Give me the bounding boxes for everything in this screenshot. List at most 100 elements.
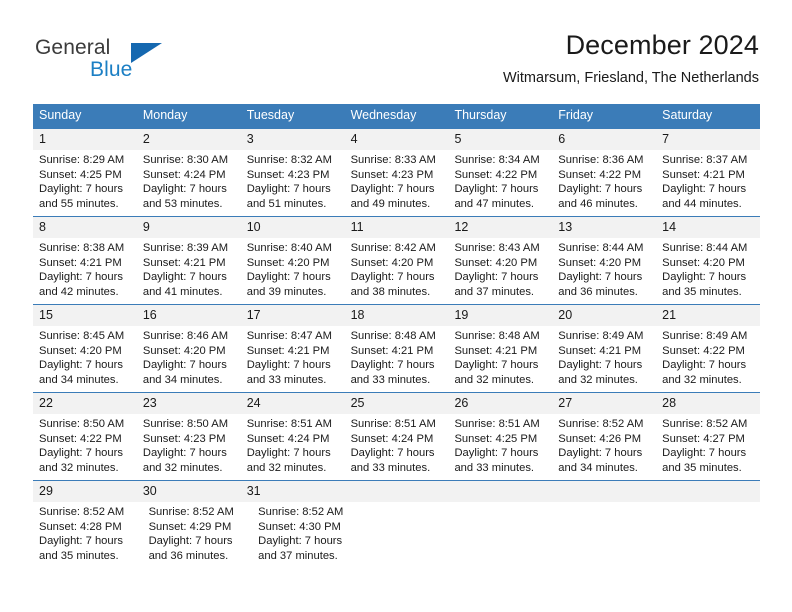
daylight-text-2: and 34 minutes. [142, 374, 223, 387]
daylight-text-2: and 38 minutes. [350, 286, 431, 299]
day-number[interactable]: 14 [656, 217, 760, 238]
daylight-text-2: and 37 minutes. [454, 286, 535, 299]
day-cell[interactable]: Sunrise: 8:49 AM Sunset: 4:21 PM Dayligh… [552, 326, 656, 392]
day-cell[interactable]: Sunrise: 8:33 AM Sunset: 4:23 PM Dayligh… [345, 150, 449, 216]
calendar-page: General Blue December 2024 Witmarsum, Fr… [0, 0, 792, 612]
daylight-text-1: Daylight: 7 hours [39, 271, 123, 284]
day-number[interactable]: 18 [345, 305, 449, 326]
day-cell[interactable]: Sunrise: 8:51 AM Sunset: 4:25 PM Dayligh… [448, 414, 552, 480]
day-number[interactable]: 2 [137, 129, 241, 150]
week-daynumber-strip: 1 2 3 4 5 6 7 [33, 129, 760, 150]
day-number[interactable]: 4 [345, 129, 449, 150]
calendar-week-row: 29 30 31 Sunrise: 8:52 AM Sunset: 4:28 P… [33, 480, 760, 568]
day-cell[interactable]: Sunrise: 8:38 AM Sunset: 4:21 PM Dayligh… [33, 238, 137, 304]
day-cell[interactable]: Sunrise: 8:44 AM Sunset: 4:20 PM Dayligh… [656, 238, 760, 304]
sunset-text: Sunset: 4:30 PM [258, 520, 341, 533]
sunset-text: Sunset: 4:20 PM [142, 344, 226, 357]
day-cell[interactable]: Sunrise: 8:52 AM Sunset: 4:28 PM Dayligh… [33, 502, 143, 568]
day-cell[interactable]: Sunrise: 8:47 AM Sunset: 4:21 PM Dayligh… [241, 326, 345, 392]
day-cell[interactable]: Sunrise: 8:44 AM Sunset: 4:20 PM Dayligh… [552, 238, 656, 304]
day-number[interactable]: 5 [448, 129, 552, 150]
day-number[interactable]: 13 [552, 217, 656, 238]
sunrise-text: Sunrise: 8:32 AM [246, 154, 332, 166]
day-number[interactable]: 30 [137, 481, 241, 502]
sunset-text: Sunset: 4:20 PM [558, 256, 642, 269]
day-number[interactable]: 21 [656, 305, 760, 326]
day-number[interactable]: 24 [241, 393, 345, 414]
sunrise-text: Sunrise: 8:47 AM [246, 330, 332, 342]
empty-day-cell [561, 502, 661, 568]
day-cell[interactable]: Sunrise: 8:52 AM Sunset: 4:29 PM Dayligh… [143, 502, 253, 568]
day-cell[interactable]: Sunrise: 8:50 AM Sunset: 4:23 PM Dayligh… [137, 414, 241, 480]
day-cell[interactable]: Sunrise: 8:51 AM Sunset: 4:24 PM Dayligh… [345, 414, 449, 480]
day-cell[interactable]: Sunrise: 8:52 AM Sunset: 4:27 PM Dayligh… [656, 414, 760, 480]
daylight-text-1: Daylight: 7 hours [246, 359, 331, 372]
day-number[interactable]: 17 [241, 305, 345, 326]
daylight-text-1: Daylight: 7 hours [454, 447, 539, 460]
day-number[interactable]: 1 [33, 129, 137, 150]
day-number[interactable]: 16 [137, 305, 241, 326]
sunrise-text: Sunrise: 8:40 AM [246, 242, 332, 254]
day-cell[interactable]: Sunrise: 8:43 AM Sunset: 4:20 PM Dayligh… [448, 238, 552, 304]
daylight-text-1: Daylight: 7 hours [142, 359, 227, 372]
day-number[interactable]: 9 [137, 217, 241, 238]
week-detail-strip: Sunrise: 8:38 AM Sunset: 4:21 PM Dayligh… [33, 238, 760, 304]
day-number[interactable]: 8 [33, 217, 137, 238]
day-cell[interactable]: Sunrise: 8:52 AM Sunset: 4:30 PM Dayligh… [252, 502, 362, 568]
day-cell[interactable]: Sunrise: 8:50 AM Sunset: 4:22 PM Dayligh… [33, 414, 137, 480]
sunset-text: Sunset: 4:23 PM [246, 168, 330, 181]
daylight-text-1: Daylight: 7 hours [662, 271, 747, 284]
day-cell[interactable]: Sunrise: 8:29 AM Sunset: 4:25 PM Dayligh… [33, 150, 137, 216]
day-number[interactable]: 11 [345, 217, 449, 238]
day-cell[interactable]: Sunrise: 8:34 AM Sunset: 4:22 PM Dayligh… [448, 150, 552, 216]
sunrise-text: Sunrise: 8:43 AM [454, 242, 540, 254]
day-cell[interactable]: Sunrise: 8:48 AM Sunset: 4:21 PM Dayligh… [345, 326, 449, 392]
day-cell[interactable]: Sunrise: 8:46 AM Sunset: 4:20 PM Dayligh… [137, 326, 241, 392]
day-cell[interactable]: Sunrise: 8:30 AM Sunset: 4:24 PM Dayligh… [137, 150, 241, 216]
day-cell[interactable]: Sunrise: 8:48 AM Sunset: 4:21 PM Dayligh… [448, 326, 552, 392]
day-cell[interactable]: Sunrise: 8:39 AM Sunset: 4:21 PM Dayligh… [137, 238, 241, 304]
day-number[interactable]: 12 [448, 217, 552, 238]
daylight-text-1: Daylight: 7 hours [142, 447, 227, 460]
day-number[interactable]: 10 [241, 217, 345, 238]
day-number[interactable]: 7 [656, 129, 760, 150]
day-number[interactable]: 27 [552, 393, 656, 414]
day-number[interactable]: 15 [33, 305, 137, 326]
day-number[interactable]: 31 [241, 481, 345, 502]
day-cell[interactable]: Sunrise: 8:32 AM Sunset: 4:23 PM Dayligh… [241, 150, 345, 216]
empty-day-cell [461, 502, 561, 568]
day-cell[interactable]: Sunrise: 8:42 AM Sunset: 4:20 PM Dayligh… [345, 238, 449, 304]
daylight-text-1: Daylight: 7 hours [662, 447, 747, 460]
day-number[interactable]: 6 [552, 129, 656, 150]
sunset-text: Sunset: 4:22 PM [454, 168, 538, 181]
day-number-empty [345, 481, 449, 502]
day-number[interactable]: 28 [656, 393, 760, 414]
day-number[interactable]: 29 [33, 481, 137, 502]
day-number[interactable]: 20 [552, 305, 656, 326]
sunrise-text: Sunrise: 8:38 AM [39, 242, 125, 254]
day-cell[interactable]: Sunrise: 8:45 AM Sunset: 4:20 PM Dayligh… [33, 326, 137, 392]
day-cell[interactable]: Sunrise: 8:52 AM Sunset: 4:26 PM Dayligh… [552, 414, 656, 480]
sunrise-text: Sunrise: 8:42 AM [350, 242, 436, 254]
day-cell[interactable]: Sunrise: 8:37 AM Sunset: 4:21 PM Dayligh… [656, 150, 760, 216]
day-cell[interactable]: Sunrise: 8:51 AM Sunset: 4:24 PM Dayligh… [241, 414, 345, 480]
day-cell[interactable]: Sunrise: 8:36 AM Sunset: 4:22 PM Dayligh… [552, 150, 656, 216]
day-number[interactable]: 22 [33, 393, 137, 414]
empty-day-cell [362, 502, 462, 568]
day-number[interactable]: 19 [448, 305, 552, 326]
day-cell[interactable]: Sunrise: 8:49 AM Sunset: 4:22 PM Dayligh… [656, 326, 760, 392]
weekday-header-tuesday: Tuesday [246, 108, 295, 122]
day-cell[interactable]: Sunrise: 8:40 AM Sunset: 4:20 PM Dayligh… [241, 238, 345, 304]
day-number[interactable]: 26 [448, 393, 552, 414]
sunset-text: Sunset: 4:25 PM [454, 432, 538, 445]
general-blue-logo[interactable]: General Blue [33, 28, 263, 90]
day-number-empty [552, 481, 656, 502]
daylight-text-2: and 33 minutes. [454, 462, 535, 475]
day-number-empty [448, 481, 552, 502]
day-number[interactable]: 3 [241, 129, 345, 150]
day-number[interactable]: 23 [137, 393, 241, 414]
daylight-text-2: and 34 minutes. [39, 374, 119, 387]
daylight-text-2: and 34 minutes. [558, 462, 638, 475]
daylight-text-2: and 55 minutes. [39, 198, 119, 211]
day-number[interactable]: 25 [345, 393, 449, 414]
